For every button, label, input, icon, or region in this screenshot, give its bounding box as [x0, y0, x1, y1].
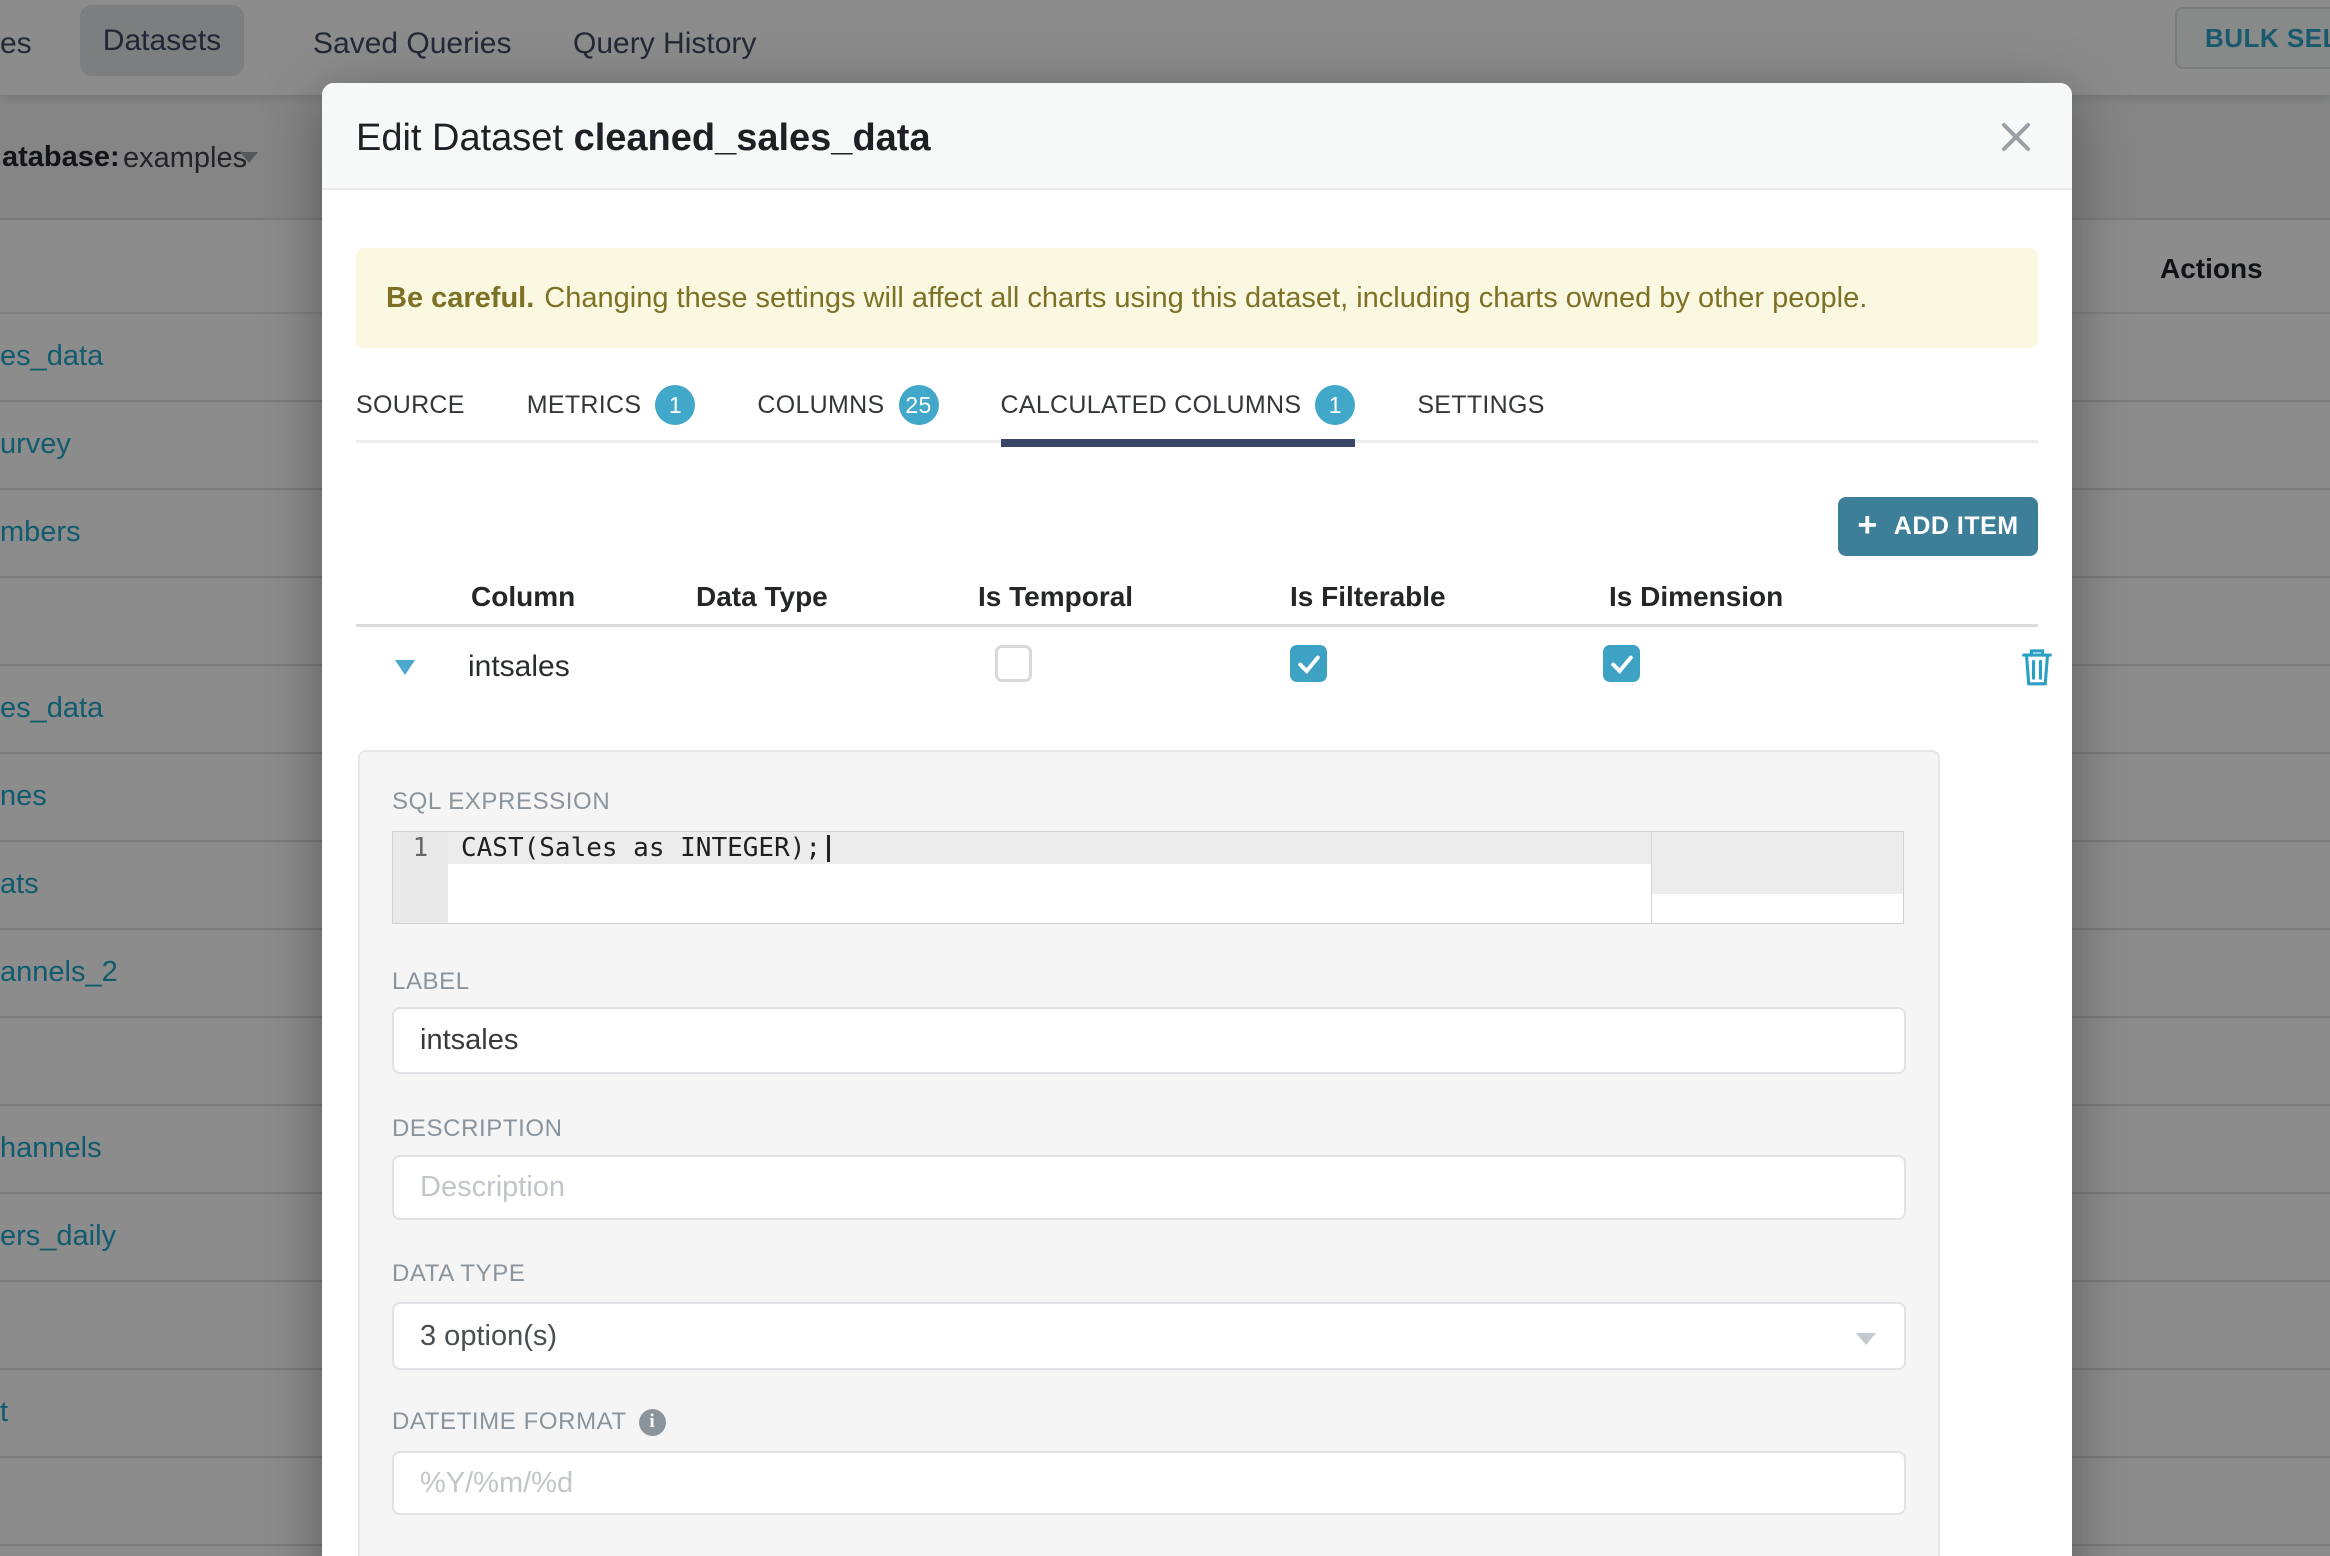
tab-calculated-columns-label: CALCULATED COLUMNS	[1000, 390, 1302, 419]
modal-title-dataset-name: cleaned_sales_data	[573, 117, 931, 159]
is-filterable-checkbox[interactable]	[1290, 645, 1327, 682]
modal-title-prefix: Edit Dataset	[356, 117, 574, 159]
delete-column-trash-icon[interactable]	[2020, 646, 2054, 688]
tab-source-label: SOURCE	[356, 390, 465, 419]
warning-banner: Be careful. Changing these settings will…	[356, 248, 2038, 348]
label-field-label: LABEL	[392, 968, 470, 995]
editor-print-margin	[1651, 832, 1652, 923]
column-header-is-filterable: Is Filterable	[1290, 581, 1446, 612]
tab-settings-label: SETTINGS	[1417, 390, 1545, 419]
plus-icon: +	[1857, 505, 1878, 544]
editor-right-shade	[1651, 864, 1903, 894]
sql-code-text: CAST(Sales as INTEGER);	[461, 833, 822, 863]
sql-expression-label: SQL EXPRESSION	[392, 788, 611, 815]
datetime-format-input[interactable]: %Y/%m/%d	[392, 1451, 1906, 1515]
columns-count-badge: 25	[898, 385, 939, 425]
editor-cursor	[827, 835, 830, 862]
column-header-is-temporal: Is Temporal	[978, 581, 1134, 612]
add-item-button[interactable]: + ADD ITEM	[1838, 497, 2038, 556]
editor-line-number: 1	[412, 833, 429, 863]
tab-calculated-columns[interactable]: CALCULATED COLUMNS 1	[1000, 369, 1356, 447]
calculated-columns-count-badge: 1	[1315, 385, 1356, 425]
column-header-is-dimension: Is Dimension	[1609, 581, 1784, 612]
data-type-selected-value: 3 option(s)	[420, 1319, 558, 1352]
column-header-column: Column	[471, 581, 576, 612]
tab-metrics[interactable]: METRICS 1	[527, 369, 696, 442]
edit-dataset-modal: Edit Dataset cleaned_sales_data Be caref…	[322, 83, 2072, 1556]
datetime-format-field-label: DATETIME FORMAT i	[392, 1408, 666, 1436]
tab-columns-label: COLUMNS	[757, 390, 885, 419]
metrics-count-badge: 1	[655, 385, 696, 425]
tab-metrics-label: METRICS	[526, 390, 642, 419]
tab-columns[interactable]: COLUMNS 25	[757, 369, 939, 442]
close-icon[interactable]	[1990, 111, 2042, 163]
is-dimension-checkbox[interactable]	[1603, 645, 1640, 682]
description-input[interactable]: Description	[392, 1155, 1906, 1220]
warning-banner-text: Changing these settings will affect all …	[544, 281, 1868, 314]
warning-banner-bold: Be careful.	[386, 281, 535, 314]
sql-expression-editor[interactable]: 1 CAST(Sales as INTEGER);	[392, 831, 1904, 924]
modal-tabs: SOURCE METRICS 1 COLUMNS 25 CALCULATED COL…	[356, 369, 2038, 447]
divider	[356, 624, 2038, 627]
select-caret-icon	[1856, 1333, 1876, 1345]
label-input[interactable]: intsales	[392, 1007, 1906, 1074]
tab-source[interactable]: SOURCE	[356, 369, 465, 442]
column-header-data-type: Data Type	[696, 581, 828, 612]
datetime-format-label-text: DATETIME FORMAT	[392, 1408, 627, 1435]
description-field-label: DESCRIPTION	[392, 1115, 563, 1142]
data-type-select[interactable]: 3 option(s)	[392, 1302, 1906, 1370]
tab-settings[interactable]: SETTINGS	[1417, 369, 1544, 442]
collapse-row-caret-icon[interactable]	[395, 660, 415, 675]
modal-title: Edit Dataset cleaned_sales_data	[356, 83, 931, 190]
is-temporal-checkbox[interactable]	[995, 645, 1032, 682]
calculated-column-detail-panel: SQL EXPRESSION 1 CAST(Sales as INTEGER);…	[358, 750, 1940, 1556]
info-icon[interactable]: i	[638, 1408, 666, 1436]
modal-header: Edit Dataset cleaned_sales_data	[322, 83, 2072, 190]
add-item-label: ADD ITEM	[1893, 512, 2019, 540]
calculated-column-name: intsales	[468, 650, 570, 683]
data-type-field-label: DATA TYPE	[392, 1260, 526, 1287]
